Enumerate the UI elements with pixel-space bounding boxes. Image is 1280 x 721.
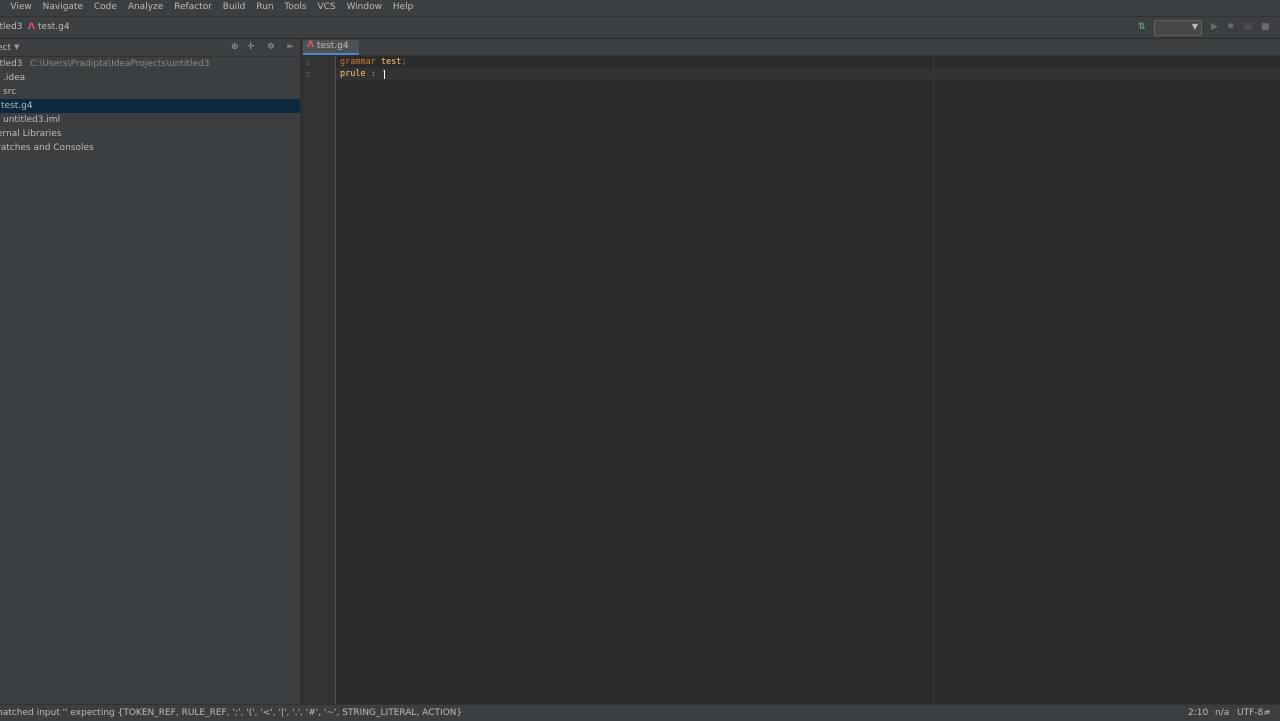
tab-test-g4[interactable]: Λ test.g4	[303, 40, 359, 55]
tree-item-label: untitled3.iml	[3, 115, 61, 125]
editor-tab-bar: Λ test.g4	[302, 39, 1280, 56]
menu-view[interactable]: View	[10, 2, 31, 12]
antlr-file-icon: Λ	[28, 22, 35, 32]
tree-item-label: ernal Libraries	[0, 129, 62, 139]
debug-icon[interactable]: ✹	[1227, 22, 1235, 32]
menu-run[interactable]: Run	[256, 2, 273, 12]
menu-tools[interactable]: Tools	[284, 2, 306, 12]
chevron-down-icon: ▼	[1191, 22, 1198, 31]
identifier-token: prule	[340, 69, 366, 79]
tree-item-label: ratches and Consoles	[0, 143, 94, 153]
breadcrumb-project[interactable]: itled3	[0, 22, 23, 32]
tree-item-iml[interactable]: untitled3.iml	[0, 113, 300, 127]
gear-icon[interactable]: ✲	[267, 42, 275, 52]
tree-item-label: test.g4	[1, 101, 33, 111]
tree-item-idea[interactable]: .idea	[0, 71, 300, 85]
caret-position[interactable]: 2:10	[1188, 708, 1208, 718]
build-icon[interactable]: ⇅	[1138, 22, 1146, 32]
line-separator[interactable]: n/a	[1215, 708, 1229, 718]
text-caret	[384, 70, 385, 79]
current-line-highlight	[336, 68, 1280, 80]
stop-icon[interactable]: ■	[1261, 22, 1270, 32]
file-encoding[interactable]: UTF-8≠	[1237, 708, 1271, 718]
coverage-icon[interactable]: ◎	[1244, 22, 1252, 32]
tree-item-src[interactable]: src	[0, 85, 300, 99]
hide-icon[interactable]: ⇤	[287, 42, 295, 52]
menu-bar: t View Navigate Code Analyze Refactor Bu…	[0, 0, 1280, 17]
tree-item-test-g4[interactable]: test.g4	[0, 99, 300, 113]
run-configuration-select[interactable]: ▼	[1154, 20, 1202, 36]
tree-item-scratches[interactable]: ratches and Consoles	[0, 141, 300, 155]
menu-build[interactable]: Build	[223, 2, 246, 12]
status-bar: matched input '' expecting {TOKEN_REF, R…	[0, 704, 1280, 721]
tree-item-project-root[interactable]: itled3 C:\Users\Pradipta\IdeaProjects\un…	[0, 57, 300, 71]
menu-refactor[interactable]: Refactor	[174, 2, 212, 12]
identifier-token: test	[380, 57, 402, 67]
menu-code[interactable]: Code	[94, 2, 117, 12]
menu-analyze[interactable]: Analyze	[128, 2, 163, 12]
project-path: C:\Users\Pradipta\IdeaProjects\untitled3	[30, 59, 210, 69]
code-line-1[interactable]: grammar test;	[340, 57, 407, 67]
tree-item-label: src	[3, 87, 17, 97]
menu-navigate[interactable]: Navigate	[43, 2, 83, 12]
collapse-icon[interactable]: ✛	[247, 42, 255, 52]
tab-label: test.g4	[317, 41, 349, 51]
code-line-2[interactable]: prule : '	[340, 69, 386, 79]
tree-item-external-libraries[interactable]: ernal Libraries	[0, 127, 300, 141]
project-tool-window: ect ▼ ⊕ ✛ ✲ ⇤ itled3 C:\Users\Pradipta\I…	[0, 39, 301, 704]
menu-help[interactable]: Help	[393, 2, 414, 12]
editor-gutter[interactable]: 1 2	[302, 56, 336, 704]
project-panel-header: ect ▼ ⊕ ✛ ✲ ⇤	[0, 39, 300, 57]
right-margin-guide	[933, 56, 934, 704]
chevron-down-icon[interactable]: ▼	[14, 43, 19, 51]
keyword-token: grammar	[340, 57, 376, 67]
punctuation-token: :	[365, 69, 381, 79]
error-message: matched input '' expecting {TOKEN_REF, R…	[0, 708, 463, 718]
tree-item-label: itled3	[0, 59, 23, 69]
menu-vcs[interactable]: VCS	[317, 2, 335, 12]
tree-item-label: .idea	[3, 73, 26, 83]
locate-icon[interactable]: ⊕	[231, 42, 239, 52]
line-number: 2	[306, 71, 311, 79]
antlr-file-icon: Λ	[307, 40, 314, 50]
punctuation-token: ;	[401, 57, 407, 67]
menu-window[interactable]: Window	[346, 2, 382, 12]
code-editor[interactable]	[336, 56, 1280, 704]
line-number: 1	[306, 59, 311, 67]
run-icon[interactable]: ▶	[1211, 22, 1218, 32]
project-view-selector[interactable]: ect	[0, 43, 11, 53]
breadcrumb-file[interactable]: test.g4	[38, 22, 70, 32]
navigation-bar: itled3 Λ test.g4 ⇅ ▼ ▶ ✹ ◎ ■	[0, 17, 1280, 39]
